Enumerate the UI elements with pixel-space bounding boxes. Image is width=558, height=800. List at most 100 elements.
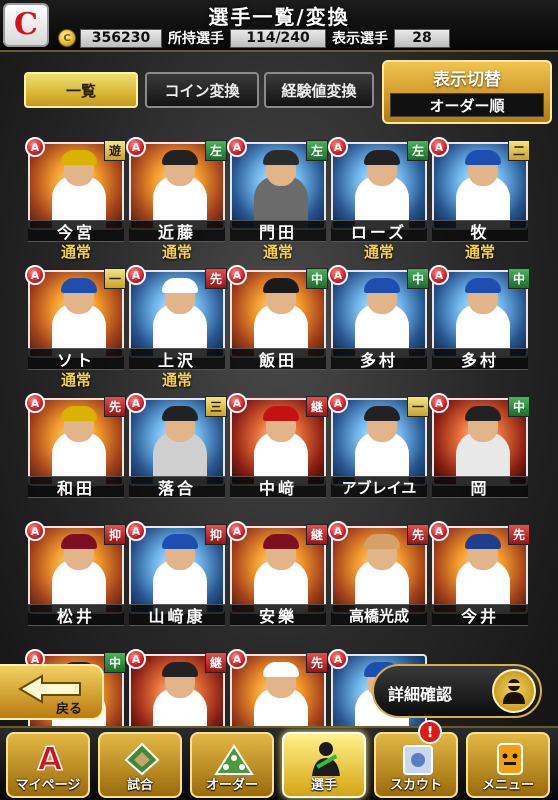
position-badge: 中 <box>104 652 126 673</box>
player-status: 通常 <box>262 243 293 261</box>
rank-a-badge: A <box>25 137 45 157</box>
detail-check-button[interactable]: 詳細確認 <box>372 664 542 718</box>
player-cap <box>263 534 299 549</box>
player-name: 中﨑 <box>230 476 326 498</box>
nav-label: スカウト <box>389 778 442 793</box>
rank-a-badge: A <box>126 521 146 541</box>
player-cap <box>364 534 400 549</box>
nav-order[interactable]: オーダー <box>190 732 274 798</box>
player-name: 山﨑康 <box>129 604 225 626</box>
nav-scout[interactable]: スカウト <box>374 732 458 798</box>
nav-menu[interactable]: メニュー <box>466 732 550 798</box>
field-order-icon <box>214 740 254 778</box>
position-badge: 左 <box>306 140 328 161</box>
player-name: 落合 <box>129 476 225 498</box>
nav-label: 試合 <box>126 778 153 793</box>
player-cap <box>61 534 97 549</box>
page-title: 選手一覧/変換 <box>208 5 350 29</box>
rank-a-badge: A <box>429 265 449 285</box>
player-card[interactable]: A 三落合 <box>126 393 227 506</box>
player-card[interactable]: A 一アブレイユ <box>328 393 429 506</box>
tab-coin-convert[interactable]: コイン変換 <box>145 72 259 108</box>
player-card[interactable]: A 継安樂 <box>227 521 328 634</box>
player-card[interactable]: A 遊今宮 通常 <box>25 137 126 261</box>
player-card[interactable]: A 先高橋光成 <box>328 521 429 634</box>
player-card[interactable]: A 中多村 <box>328 265 429 378</box>
rank-a-badge: A <box>126 137 146 157</box>
player-card[interactable]: A 左ローズ 通常 <box>328 137 429 261</box>
nav-match[interactable]: 試合 <box>98 732 182 798</box>
rank-a-badge: A <box>227 649 247 669</box>
player-card[interactable]: A 継中﨑 <box>227 393 328 506</box>
position-badge: 左 <box>407 140 429 161</box>
rank-a-badge: A <box>328 649 348 669</box>
rank-a-badge: A <box>25 521 45 541</box>
player-card[interactable]: A 左近藤 通常 <box>126 137 227 261</box>
shown-players-count: 28 <box>394 28 450 48</box>
back-button[interactable]: 戻る <box>0 664 104 720</box>
position-badge: 継 <box>306 524 328 545</box>
player-card[interactable]: A 中多村 <box>429 265 530 378</box>
rank-a-badge: A <box>126 649 146 669</box>
player-cap <box>61 278 97 293</box>
player-card[interactable]: A 抑山﨑康 <box>126 521 227 634</box>
player-name: 安樂 <box>230 604 326 626</box>
player-status: 通常 <box>161 371 192 389</box>
stadium-icon <box>122 740 162 778</box>
position-badge: 中 <box>508 268 530 289</box>
mypage-icon: A <box>30 739 70 779</box>
tab-exp-convert[interactable]: 経験値変換 <box>264 72 374 108</box>
player-card[interactable]: A 左門田 通常 <box>227 137 328 261</box>
player-name: 多村 <box>432 348 528 370</box>
rank-a-badge: A <box>328 521 348 541</box>
player-card[interactable]: A 抑松井 <box>25 521 126 634</box>
player-status: 通常 <box>464 243 495 261</box>
player-cap <box>364 406 400 421</box>
position-badge: 先 <box>205 268 227 289</box>
owned-players-label: 所持選手 <box>168 31 224 47</box>
nav-players[interactable]: 選手 <box>282 732 366 798</box>
bottom-nav: A マイページ 試合 オーダー 選手 スカウト メニュー <box>0 726 558 800</box>
player-cap <box>465 278 501 293</box>
player-cap <box>465 150 501 165</box>
tab-list[interactable]: 一覧 <box>24 72 138 108</box>
player-name: 今宮 <box>28 220 124 242</box>
player-status: 通常 <box>161 243 192 261</box>
position-badge: 継 <box>205 652 227 673</box>
app-root: C 選手一覧/変換 C 356230 所持選手 114/240 表示選手 28 … <box>0 0 558 800</box>
player-cap <box>61 150 97 165</box>
rank-a-badge: A <box>25 265 45 285</box>
position-badge: 遊 <box>104 140 126 161</box>
rank-a-badge: A <box>429 521 449 541</box>
nav-label: マイページ <box>15 778 81 793</box>
player-name: アブレイユ <box>331 476 427 498</box>
scout-icon <box>398 740 438 778</box>
nav-label: 選手 <box>310 778 337 793</box>
player-cap <box>263 150 299 165</box>
player-card[interactable]: A 先和田 <box>25 393 126 506</box>
player-card[interactable]: A 二牧通常 <box>429 137 530 261</box>
rank-a-badge: A <box>328 393 348 413</box>
nav-mypage[interactable]: A マイページ <box>6 732 90 798</box>
rank-a-badge: A <box>328 265 348 285</box>
position-badge: 抑 <box>104 524 126 545</box>
player-card[interactable]: A 一ソト 通常 <box>25 265 126 389</box>
player-card[interactable]: A 中飯田 <box>227 265 328 378</box>
position-badge: 一 <box>407 396 429 417</box>
position-badge: 中 <box>306 268 328 289</box>
position-badge: 中 <box>407 268 429 289</box>
header-bar: C 選手一覧/変換 C 356230 所持選手 114/240 表示選手 28 <box>0 0 558 52</box>
player-cap <box>162 150 198 165</box>
rank-a-badge: A <box>227 393 247 413</box>
player-name: 牧 <box>432 220 528 242</box>
position-badge: 二 <box>508 140 530 161</box>
position-badge: 継 <box>306 396 328 417</box>
display-toggle-button[interactable]: 表示切替 オーダー順 <box>382 60 552 124</box>
player-card[interactable]: A 先上沢 通常 <box>126 265 227 389</box>
player-card[interactable]: A 中岡 <box>429 393 530 506</box>
position-badge: 三 <box>205 396 227 417</box>
player-name: 高橋光成 <box>331 604 427 626</box>
player-card[interactable]: A 先今井 <box>429 521 530 634</box>
player-silhouette-icon <box>492 669 536 713</box>
player-cap <box>162 662 198 677</box>
